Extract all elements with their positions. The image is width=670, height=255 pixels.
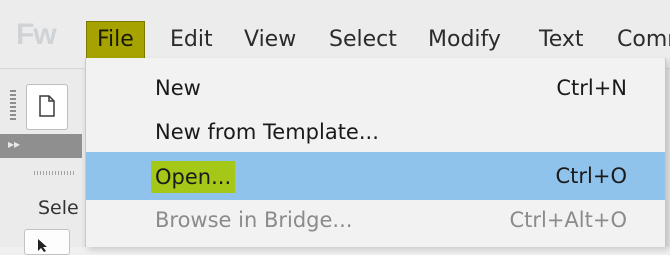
menu-item-label: Open... <box>151 161 236 193</box>
panel-collapse-bar[interactable]: ▸▸ <box>0 134 82 158</box>
menu-edit[interactable]: Edit <box>160 22 223 58</box>
menu-item-label: New <box>155 76 201 100</box>
menu-file[interactable]: File <box>86 21 145 59</box>
menu-item-new-from-template[interactable]: New from Template... <box>86 107 665 157</box>
app-logo: Fw <box>16 18 57 51</box>
menu-item-new[interactable]: New Ctrl+N <box>86 63 665 113</box>
menu-modify[interactable]: Modify <box>418 22 511 58</box>
pointer-tool-button[interactable] <box>24 229 70 255</box>
menu-item-label: New from Template... <box>155 120 379 144</box>
menu-text[interactable]: Text <box>529 22 594 58</box>
new-document-button[interactable] <box>26 84 68 130</box>
menu-item-label: Browse in Bridge... <box>155 208 353 232</box>
pointer-arrow-icon <box>38 239 47 252</box>
menu-select[interactable]: Select <box>319 22 407 58</box>
menu-item-browse-in-bridge: Browse in Bridge... Ctrl+Alt+O <box>86 195 665 245</box>
menu-item-open[interactable]: Open... Ctrl+O <box>86 152 665 200</box>
select-section-label: Sele <box>38 197 79 219</box>
file-menu-dropdown: New Ctrl+N New from Template... Open... … <box>85 58 666 247</box>
menu-item-shortcut: Ctrl+N <box>556 76 627 100</box>
menu-view[interactable]: View <box>234 22 306 58</box>
expand-chevron-icon[interactable]: ▸▸ <box>8 137 20 151</box>
menu-commands[interactable]: Comm <box>607 22 670 58</box>
document-icon <box>39 95 55 117</box>
panel-grip <box>34 171 74 175</box>
menu-item-shortcut: Ctrl+O <box>555 164 628 188</box>
menu-item-shortcut: Ctrl+Alt+O <box>509 208 627 232</box>
toolbar-grip[interactable] <box>10 90 16 122</box>
